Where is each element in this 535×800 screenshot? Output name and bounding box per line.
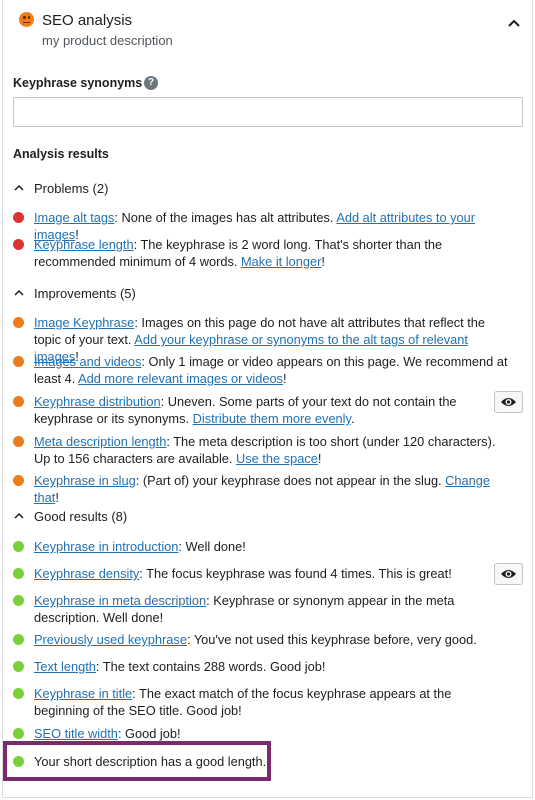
result-action-link[interactable]: Make it longer [241, 254, 321, 269]
improvement-bullet-icon [13, 396, 24, 407]
problem-bullet-icon [13, 212, 24, 223]
keyphrase-synonyms-input[interactable] [13, 97, 523, 127]
improvement-bullet-icon [13, 356, 24, 367]
improvements-heading: Improvements (5) [34, 285, 136, 301]
result-link[interactable]: Keyphrase density [34, 566, 139, 581]
good-bullet-icon [13, 661, 24, 672]
keyphrase-synonyms-label: Keyphrase synonyms [13, 76, 143, 90]
result-link[interactable]: Keyphrase in title [34, 686, 132, 701]
help-icon[interactable]: ? [144, 76, 158, 90]
improvement-bullet-icon [13, 436, 24, 447]
panel-subtitle: my product description [42, 33, 173, 48]
result-link[interactable]: Keyphrase length [34, 237, 134, 252]
result-link[interactable]: Keyphrase in introduction [34, 539, 178, 554]
problems-heading: Problems (2) [34, 180, 109, 196]
highlight-box [3, 741, 271, 781]
result-link[interactable]: Images and videos [34, 354, 141, 369]
eye-button[interactable] [494, 391, 523, 413]
result-link[interactable]: Keyphrase distribution [34, 394, 161, 409]
good-bullet-icon [13, 688, 24, 699]
improvements-toggle[interactable]: Improvements (5) [13, 284, 136, 302]
panel-title: SEO analysis [42, 12, 133, 29]
good-results-heading: Good results (8) [34, 508, 128, 524]
problems-toggle[interactable]: Problems (2) [13, 179, 108, 197]
chevron-up-icon [14, 184, 24, 191]
problem-bullet-icon [13, 239, 24, 250]
result-link[interactable]: Image alt tags [34, 210, 114, 225]
good-bullet-icon [13, 595, 24, 606]
good-bullet-icon [13, 541, 24, 552]
eye-icon [501, 570, 516, 578]
result-action-link[interactable]: Use the space [236, 451, 318, 466]
seo-analysis-header[interactable]: SEO analysis my product description [0, 0, 535, 58]
result-link[interactable]: Text length [34, 659, 96, 674]
chevron-up-icon[interactable] [505, 14, 523, 32]
result-action-link[interactable]: Add more relevant images or videos [78, 371, 283, 386]
good-bullet-icon [13, 568, 24, 579]
result-link[interactable]: Image Keyphrase [34, 315, 134, 330]
eye-button[interactable] [494, 563, 523, 585]
chevron-up-icon [14, 512, 24, 519]
good-bullet-icon [13, 634, 24, 645]
improvement-bullet-icon [13, 317, 24, 328]
eye-icon [501, 398, 516, 406]
sad-face-icon [19, 12, 34, 27]
analysis-results-label: Analysis results [13, 147, 109, 161]
good-results-toggle[interactable]: Good results (8) [13, 507, 127, 525]
result-action-link[interactable]: Distribute them more evenly [193, 411, 351, 426]
good-bullet-icon [13, 728, 24, 739]
result-link[interactable]: SEO title width [34, 726, 118, 741]
chevron-up-icon [14, 289, 24, 296]
result-link[interactable]: Meta description length [34, 434, 166, 449]
improvement-bullet-icon [13, 475, 24, 486]
result-link[interactable]: Keyphrase in meta description [34, 593, 206, 608]
result-link[interactable]: Keyphrase in slug [34, 473, 136, 488]
result-link[interactable]: Previously used keyphrase [34, 632, 187, 647]
